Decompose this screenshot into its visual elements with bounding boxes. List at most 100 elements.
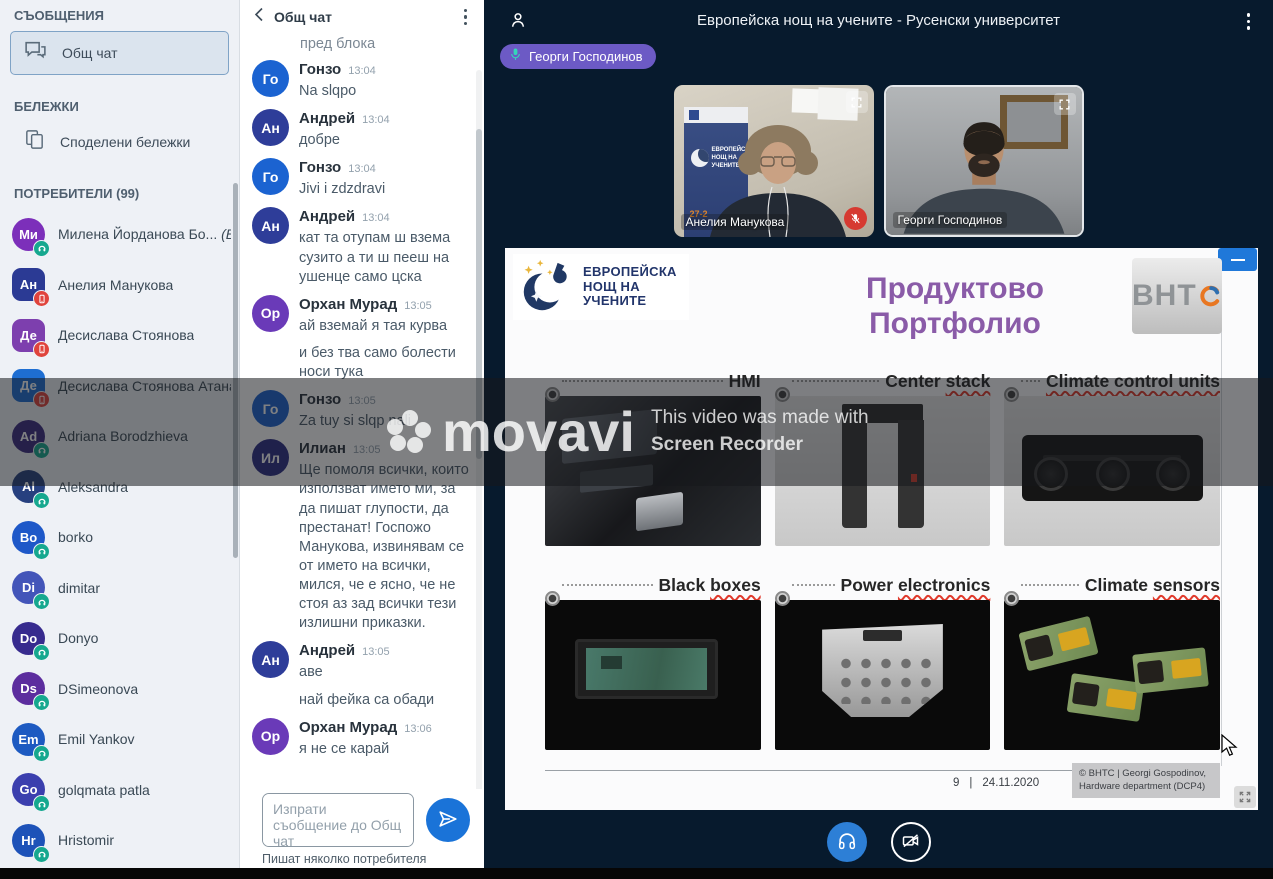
user-name: Hristomir [58,832,114,848]
send-icon [437,808,459,833]
chat-message: Ор Орхан Мурад13:06 я не се карай [252,718,470,759]
callout-marker-icon [775,591,790,606]
callout-marker-icon [545,387,560,402]
user-status-badge-icon [33,492,50,509]
chat-message-input[interactable] [262,793,414,847]
product-image-hmi [545,396,761,546]
message-text: Za tuy si slqp nali [299,412,411,431]
chat-message: Ан Андрей13:04 кат та отупам ш взема суз… [252,207,470,286]
user-list-item[interactable]: Go golqmata patla [0,765,239,816]
message-time: 13:06 [404,723,432,735]
chat-panel: Общ чат пред блока Го Гонзо13:04 Na slqp… [240,0,484,879]
message-avatar: Го [252,390,289,427]
options-icon[interactable] [1244,10,1254,33]
user-list-item[interactable]: Bo borko [0,512,239,563]
avatar-initials: Do [20,631,37,646]
user-list: Ми Милена Йорданова Бо... (Вие) Ан [0,209,239,879]
message-text: ай вземай я тая курва [299,317,470,336]
product-image-climate-sensors [1004,600,1220,750]
user-name: Donyo [58,630,98,646]
webcam-toggle-button[interactable] [891,822,931,862]
minimize-icon [1231,259,1245,261]
user-avatar: Di [12,571,45,604]
message-avatar: Ил [252,439,289,476]
product-image-black-boxes [545,600,761,750]
talking-indicator[interactable]: Георги Господинов [500,44,656,69]
user-list-item[interactable]: Ds DSimeonova [0,664,239,715]
callout-marker-icon [1004,387,1019,402]
user-avatar: Ан [12,268,45,301]
chat-message-list: пред блока Го Гонзо13:04 Na slqpo Ан [240,34,484,789]
message-avatar: Ор [252,295,289,332]
presentation-fullscreen-icon[interactable] [1234,786,1256,808]
bhtc-logo: BHT [1132,258,1222,334]
message-author: Гонзо [299,159,341,176]
message-time: 13:05 [404,300,432,312]
back-chevron-icon[interactable] [254,7,264,27]
chat-scrollbar-thumb[interactable] [476,129,482,459]
product-label-climate-sensors: Climate sensors [1004,572,1220,598]
presentation-area: ЕВРОПЕЙСКА НОЩ НА УЧЕНИТЕ Продуктово Пор… [505,248,1258,810]
user-avatar: Bo [12,521,45,554]
user-name: Aleksandra [58,479,128,495]
headphones-icon [836,830,858,855]
meeting-title: Европейска нощ на учените - Русенски уни… [484,12,1273,29]
sidebar-item-shared-notes[interactable]: Споделени бележки [10,122,229,162]
recording-edge-strip [0,868,1273,879]
user-list-item[interactable]: Ми Милена Йорданова Бо... (Вие) [0,209,239,260]
message-author: Орхан Мурад [299,719,397,736]
message-avatar: Ан [252,109,289,146]
user-list-item[interactable]: Al Aleksandra [0,462,239,513]
avatar-initials: Де [20,328,37,343]
message-avatar: Го [252,60,289,97]
user-list-item[interactable]: Ан Анелия Манукова [0,260,239,311]
user-list-item[interactable]: Di dimitar [0,563,239,614]
user-status-badge-icon [33,240,50,257]
message-time: 13:04 [348,163,376,175]
user-status-badge-icon [33,543,50,560]
message-author: Андрей [299,642,355,659]
user-list-item[interactable]: Hr Hristomir [0,815,239,866]
user-list-item[interactable]: Ad Adriana Borodzhieva [0,411,239,462]
webcam-area: ЕВРОПЕЙСКА НОЩ НА УЧЕНИТЕ 27-2 [484,85,1273,237]
chat-bubbles-icon [23,38,48,68]
user-list-item[interactable]: Do Donyo [0,613,239,664]
sidebar: СЪОБЩЕНИЯ Общ чат БЕЛЕЖКИ Споделени беле… [0,0,240,879]
person-icon[interactable] [508,10,528,35]
user-name: Милена Йорданова Бо... (Вие) [58,226,231,242]
chat-options-icon[interactable] [461,6,471,29]
user-name: Анелия Манукова [58,277,173,293]
action-bar [484,822,1273,862]
minimize-presentation-button[interactable] [1218,248,1257,271]
user-avatar: Ds [12,672,45,705]
main-area: Европейска нощ на учените - Русенски уни… [484,0,1273,879]
messages-section-header: СЪОБЩЕНИЯ [14,8,225,23]
avatar-initials: Ор [261,305,280,321]
slide-copyright: © BHTC | Georgi Gospodinov, Hardware dep… [1072,763,1220,798]
webcam-anelia: ЕВРОПЕЙСКА НОЩ НА УЧЕНИТЕ 27-2 [674,85,874,237]
fullscreen-icon[interactable] [1054,93,1076,115]
user-status-badge-icon [33,795,50,812]
message-text: кат та отупам ш взема сузито а ти ш пееш… [299,229,470,286]
bhtc-c-swirl-icon [1197,281,1222,311]
avatar-initials: Го [263,169,279,185]
user-avatar: Hr [12,824,45,857]
message-text: Na slqpo [299,82,376,101]
user-list-item[interactable]: Де Десислава Стоянова Атана... [0,361,239,412]
send-message-button[interactable] [426,798,470,842]
avatar-initials: Ми [19,227,38,242]
fullscreen-icon[interactable] [846,91,868,113]
audio-toggle-button[interactable] [827,822,867,862]
user-list-item[interactable]: Де Десислава Стоянова [0,310,239,361]
avatar-initials: Го [263,71,279,87]
message-author: Андрей [299,208,355,225]
sidebar-item-public-chat[interactable]: Общ чат [10,31,229,75]
message-time: 13:05 [348,395,376,407]
callout-marker-icon [545,591,560,606]
chat-message: Ан Андрей13:05 аве най фейка са обади [252,641,470,709]
user-list-item[interactable]: Em Emil Yankov [0,714,239,765]
sidebar-scrollbar[interactable] [233,183,238,558]
callout-marker-icon [775,387,790,402]
shared-notes-label: Споделени бележки [60,134,190,150]
webcam-georgi: Георги Господинов [884,85,1084,237]
